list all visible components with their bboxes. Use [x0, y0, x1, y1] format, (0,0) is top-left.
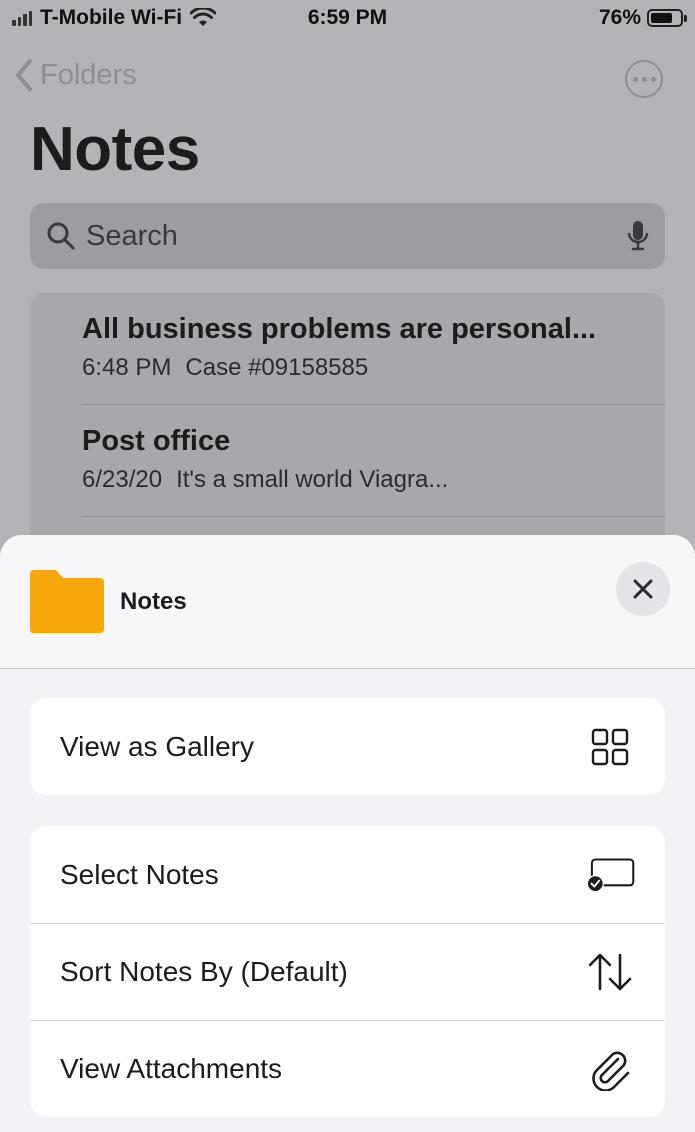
search-input[interactable]: Search — [30, 203, 665, 269]
close-button[interactable] — [616, 562, 670, 616]
sort-notes-label: Sort Notes By (Default) — [60, 956, 348, 987]
sheet-header: Notes — [0, 535, 695, 669]
battery-percent: 76% — [598, 6, 641, 29]
note-date: 6/23/20 — [82, 466, 163, 493]
note-subtitle: 6:48 PM Case #09158585 — [82, 354, 665, 382]
page-title: Notes — [30, 115, 200, 184]
note-subtitle: 6/23/20 It's a small world Viagra... — [82, 466, 665, 494]
select-notes-label: Select Notes — [60, 858, 219, 890]
sort-arrows-icon — [585, 947, 635, 997]
battery-icon — [647, 9, 687, 27]
status-time: 6:59 PM — [307, 6, 388, 29]
note-title: Post office — [82, 425, 231, 457]
close-icon — [633, 579, 653, 599]
status-right: 76% — [598, 6, 687, 30]
view-as-gallery-button[interactable]: View as Gallery — [30, 698, 665, 795]
search-placeholder: Search — [86, 219, 178, 252]
status-bar: T-Mobile Wi-Fi 6:59 PM 76% — [0, 0, 695, 38]
folder-options-sheet: Notes View as Gallery Select Notes Sort … — [0, 535, 695, 1132]
back-button[interactable]: Folders — [14, 58, 137, 92]
sort-notes-button[interactable]: Sort Notes By (Default) — [30, 923, 665, 1020]
note-preview: Case #09158585 — [185, 354, 369, 381]
view-options-group: View as Gallery — [30, 698, 665, 795]
view-as-gallery-label: View as Gallery — [60, 730, 255, 762]
back-label: Folders — [40, 58, 137, 91]
gallery-grid-icon — [585, 722, 635, 772]
sheet-title: Notes — [120, 588, 187, 615]
notes-list: All business problems are personal... 6:… — [30, 293, 665, 553]
paperclip-icon — [585, 1044, 635, 1094]
microphone-icon[interactable] — [627, 220, 649, 252]
ellipsis-icon — [632, 76, 638, 82]
note-divider — [82, 404, 665, 405]
view-attachments-button[interactable]: View Attachments — [30, 1020, 665, 1117]
select-checkmark-icon — [585, 850, 635, 900]
note-divider — [82, 516, 665, 517]
actions-group: Select Notes Sort Notes By (Default) Vie… — [30, 826, 665, 1117]
search-icon — [47, 222, 75, 250]
note-item[interactable]: All business problems are personal... 6:… — [82, 313, 665, 382]
note-item[interactable]: Post office 6/23/20 It's a small world Vi… — [82, 425, 665, 494]
view-attachments-label: View Attachments — [60, 1053, 283, 1084]
select-notes-button[interactable]: Select Notes — [30, 826, 665, 923]
more-options-button[interactable] — [625, 60, 663, 98]
note-date: 6:48 PM — [82, 354, 172, 381]
chevron-left-icon — [16, 59, 32, 91]
folder-icon — [30, 570, 104, 633]
note-title: All business problems are personal... — [82, 313, 597, 345]
note-preview: It's a small world Viagra... — [176, 466, 449, 493]
